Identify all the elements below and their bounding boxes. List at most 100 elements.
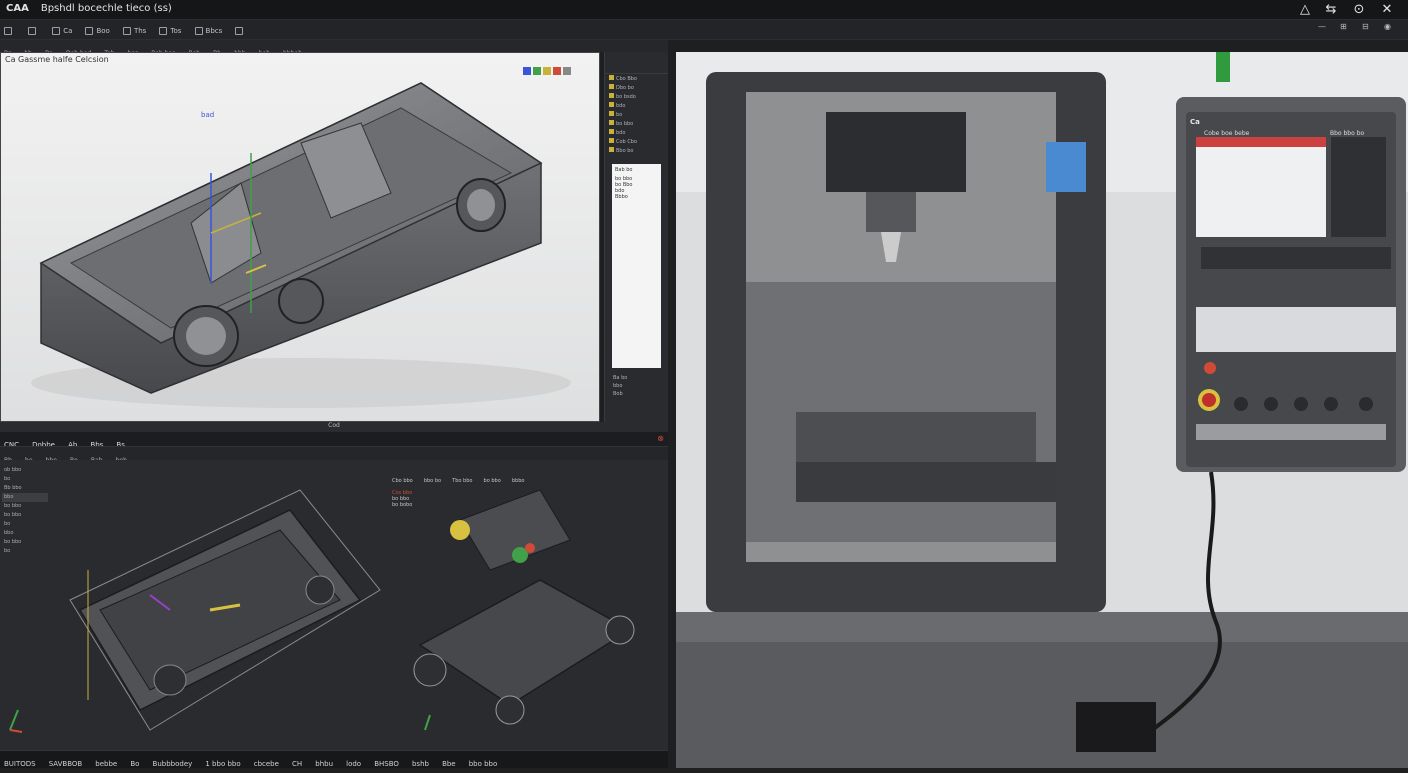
hmi-logo: Ca	[1190, 118, 1200, 126]
restore-icon[interactable]: ⇆	[1318, 0, 1344, 20]
viewcube-toolbar	[523, 67, 599, 81]
layers-icon	[235, 27, 244, 35]
document-title: Bpshdl bocechle tieco (ss)	[40, 3, 172, 14]
cam-labels: Cbo bbo bbo bo Tbo bbo bo bbo bbbo Cos b…	[392, 467, 662, 508]
tree-item[interactable]: Bbo bo	[605, 146, 668, 155]
axis-annotation: bad	[201, 111, 215, 119]
tree-row[interactable]: bbo	[2, 529, 48, 538]
view-home-icon[interactable]	[563, 67, 571, 75]
tree-row[interactable]: ob bbo	[2, 466, 48, 475]
status-item: 1 bbo bbo	[205, 760, 241, 768]
tree-item[interactable]: Dbo bo	[605, 83, 668, 92]
status-item: BHSBO	[374, 760, 399, 768]
status-item: lodo	[346, 760, 362, 768]
file-icon	[4, 27, 12, 35]
toolbar-item-bbcs[interactable]: Bbcs	[191, 21, 227, 41]
tree-row[interactable]: Bb bbo	[2, 484, 48, 493]
close-icon[interactable]: ✕	[1374, 0, 1400, 20]
properties-panel: Bab bo bo bbo bo Bbo bdo Bbbo	[612, 164, 661, 368]
tree-item[interactable]: Cbo Bbo	[605, 74, 668, 83]
folder-icon	[28, 27, 37, 35]
cad-status-bar: Cod	[0, 422, 668, 432]
status-text: Cod	[328, 422, 340, 429]
status-item: BUITODS	[4, 760, 36, 768]
status-item: bebbe	[95, 760, 118, 768]
view-iso-icon[interactable]	[553, 67, 561, 75]
feature-icon	[609, 75, 614, 80]
tree-item[interactable]: bo bbo	[605, 119, 668, 128]
label: Cbo bbo	[392, 478, 413, 484]
layout-icon[interactable]: ⊞	[1340, 22, 1347, 31]
toolbar-new-button[interactable]	[0, 21, 19, 41]
tree-row[interactable]: bbo	[2, 493, 48, 502]
status-item: Bubbbodey	[152, 760, 193, 768]
view-side-icon[interactable]	[543, 67, 551, 75]
prop-row: Bbbo	[615, 194, 628, 200]
label: bo bbo	[483, 478, 501, 484]
cam-menu-bar: CNC Dobbe Ab Bbs Bs ⊗	[0, 432, 668, 449]
tree-item[interactable]: Cob Cbo	[605, 137, 668, 146]
grid-icon	[85, 27, 94, 35]
tree-item[interactable]: bo	[605, 110, 668, 119]
panel-footer: Ba bo bbo Bob	[609, 374, 631, 398]
toolbar-item-ca[interactable]: Ca	[48, 21, 76, 41]
toolbar-item-ths[interactable]: Ths	[119, 21, 150, 41]
feature-icon	[609, 93, 614, 98]
operations-tree: ob bbo bo Bb bbo bbo bo bbo bo bbo bo bb…	[2, 466, 48, 556]
toolbar-item-tos[interactable]: Tos	[155, 21, 185, 41]
help-icon[interactable]: ⊙	[1346, 0, 1372, 20]
main-toolbar: Ca Boo Ths Tos Bbcs	[0, 20, 1408, 40]
status-item: Bo	[130, 760, 140, 768]
status-item: Bbe	[442, 760, 456, 768]
status-item: bshb	[411, 760, 429, 768]
cam-status-bar: BUITODS SAVBBOB bebbe Bo Bubbbodey 1 bbo…	[0, 750, 668, 768]
feature-icon	[609, 84, 614, 89]
footer-row: Bob	[613, 391, 623, 397]
feature-icon	[609, 120, 614, 125]
secondary-toolbar: Bs bb Ba Dob bod Tob bos Bob bos Bob Bb …	[0, 40, 668, 57]
window-title: CAA Bpshdl bocechle tieco (ss)	[6, 3, 172, 14]
feature-icon	[609, 138, 614, 143]
tree-row[interactable]: bo	[2, 547, 48, 556]
app-name: CAA	[6, 3, 29, 14]
toolbar-item-boo[interactable]: Boo	[81, 21, 113, 41]
cam-toolbar: Bb be bbo Bo Bab bob	[0, 446, 668, 464]
status-item: SAVBBOB	[48, 760, 83, 768]
close-icon[interactable]: ⊗	[657, 434, 664, 443]
footer-row: Ba bo	[613, 375, 628, 381]
status-item: cbcebe	[253, 760, 279, 768]
view-front-icon[interactable]	[523, 67, 531, 75]
label: bbo bo	[423, 478, 442, 484]
tool-icon	[159, 27, 168, 35]
tree-row[interactable]: bo bbo	[2, 502, 48, 511]
toolbar-item-extra[interactable]	[231, 21, 250, 41]
settings-icon	[194, 27, 203, 35]
tree-item[interactable]: bdo	[605, 128, 668, 137]
label: Tbo bbo	[452, 478, 473, 484]
cad-viewport[interactable]: Ca Gassme halfe Celcsion bad	[0, 52, 600, 422]
tree-row[interactable]: bo bbo	[2, 511, 48, 520]
tree-row[interactable]: bo	[2, 520, 48, 529]
minimize-icon[interactable]: —	[1318, 22, 1326, 31]
panel-toolbar	[605, 52, 668, 74]
label-block: Cos bbo bo bbo bo bobo	[392, 490, 662, 508]
feature-icon	[609, 147, 614, 152]
minimize-icon[interactable]: △	[1292, 0, 1318, 20]
view-icon	[52, 27, 61, 35]
title-bar: CAA Bpshdl bocechle tieco (ss) △ ⇆ ⊙ ✕	[0, 0, 1408, 20]
feature-icon	[609, 102, 614, 107]
view-top-icon[interactable]	[533, 67, 541, 75]
feature-icon	[609, 111, 614, 116]
tree-row[interactable]: bo	[2, 475, 48, 484]
camera-icon[interactable]: ◉	[1384, 22, 1391, 31]
toolbar-open-button[interactable]	[24, 21, 43, 41]
tree-row[interactable]: bo bbo	[2, 538, 48, 547]
label: bbbo	[511, 478, 525, 484]
layout-icon[interactable]: ⊟	[1362, 22, 1369, 31]
footer-row: bbo	[613, 383, 623, 389]
hmi-title-right: Bbo bbo bo	[1330, 130, 1365, 137]
cad-model-drawing	[31, 82, 571, 408]
tree-item[interactable]: bdo	[605, 101, 668, 110]
status-item: bhbu	[315, 760, 334, 768]
tree-item[interactable]: bo bsdo	[605, 92, 668, 101]
